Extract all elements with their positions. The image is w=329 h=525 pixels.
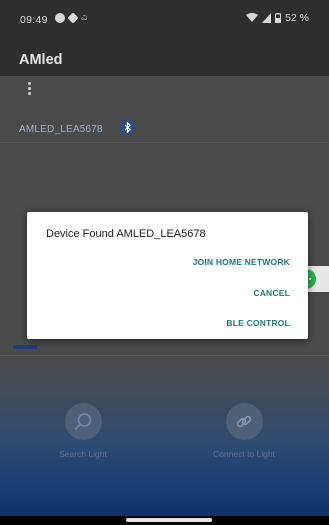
ble-control-button[interactable]: BLE CONTROL <box>226 318 290 328</box>
search-light-button[interactable]: Search Light <box>28 403 138 459</box>
status-time: 09:49 <box>20 14 48 26</box>
wifi-icon <box>246 13 259 22</box>
page-indicator <box>13 345 37 349</box>
notification-icons: ಎ <box>55 12 93 24</box>
device-found-dialog: Device Found AMLED_LEA5678 JOIN HOME NET… <box>27 212 308 339</box>
connect-light-button[interactable]: Connect to Light <box>189 403 299 459</box>
device-list-item[interactable]: AMLED_LEA5678 <box>0 100 329 143</box>
toolbar <box>0 76 329 100</box>
device-name: AMLED_LEA5678 <box>19 124 103 135</box>
battery-icon <box>275 13 282 23</box>
cancel-button[interactable]: CANCEL <box>253 288 290 298</box>
connect-light-label: Connect to Light <box>213 449 275 459</box>
battery-percent: 52 % <box>285 12 309 24</box>
sync-icon: ಎ <box>81 12 88 23</box>
home-gesture-handle[interactable] <box>126 518 212 522</box>
signal-icon <box>262 13 272 23</box>
magnifier-icon <box>64 403 102 440</box>
link-icon <box>225 403 263 440</box>
overflow-menu-icon[interactable] <box>23 79 35 97</box>
bluetooth-icon <box>120 120 135 135</box>
app-title: AMled <box>19 52 63 68</box>
messages-icon <box>55 13 65 23</box>
app-bar: AMled <box>0 40 329 76</box>
navigation-bar <box>0 516 329 525</box>
join-home-network-button[interactable]: JOIN HOME NETWORK <box>193 257 290 267</box>
dialog-title: Device Found AMLED_LEA5678 <box>46 228 206 240</box>
search-light-label: Search Light <box>59 449 107 459</box>
bottom-action-panel: Search Light Connect to Light <box>0 356 329 516</box>
system-icons: 52 % <box>246 12 309 24</box>
status-bar: 09:49 ಎ 52 % <box>0 0 329 40</box>
settings-icon <box>67 12 79 24</box>
